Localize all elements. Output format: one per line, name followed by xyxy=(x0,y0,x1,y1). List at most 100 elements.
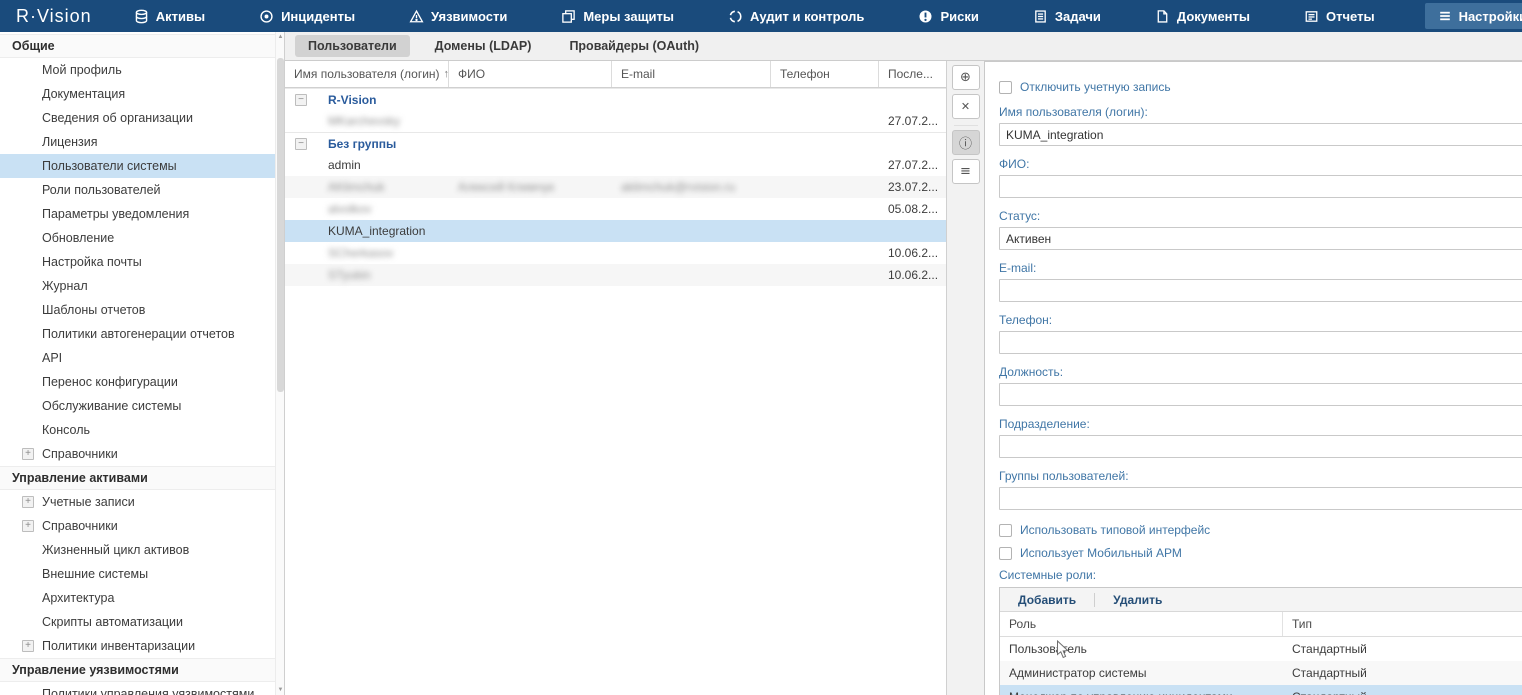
fio-field[interactable] xyxy=(999,175,1522,198)
sidebar-item-journal[interactable]: Журнал xyxy=(0,274,284,298)
tab-users[interactable]: Пользователи xyxy=(295,35,410,57)
collapse-minus-icon[interactable]: − xyxy=(295,94,307,106)
user-last-login: 10.06.2... xyxy=(879,268,946,282)
sidebar-item-config-transfer[interactable]: Перенос конфигурации xyxy=(0,370,284,394)
column-header-fio[interactable]: ФИО xyxy=(449,61,612,87)
nav-item-audit[interactable]: Аудит и контроль xyxy=(724,3,868,29)
nav-label: Аудит и контроль xyxy=(750,9,864,24)
nav-label: Настройки xyxy=(1459,9,1522,24)
sidebar-item-external-systems[interactable]: Внешние системы xyxy=(0,562,284,586)
column-header-role[interactable]: Роль xyxy=(1000,612,1283,636)
sidebar-item-dictionaries-general[interactable]: + Справочники xyxy=(0,442,284,466)
table-row-user[interactable]: AKlimchuk Алексей Климчук aklimchuk@rvis… xyxy=(285,176,946,198)
column-header-login[interactable]: Имя пользователя (логин) ↑ xyxy=(285,61,449,87)
role-name: Пользователь xyxy=(1000,642,1283,656)
sidebar-item-user-roles[interactable]: Роли пользователей xyxy=(0,178,284,202)
delete-role-button[interactable]: Удалить xyxy=(1095,593,1180,607)
expand-plus-icon[interactable]: + xyxy=(22,520,34,532)
vulnerability-warning-icon xyxy=(409,9,424,24)
column-header-last-login[interactable]: После... xyxy=(879,61,946,87)
sidebar-item-dictionaries-assets[interactable]: + Справочники xyxy=(0,514,284,538)
sidebar-item-console[interactable]: Консоль xyxy=(0,418,284,442)
sidebar-item-license[interactable]: Лицензия xyxy=(0,130,284,154)
sidebar-item-label: Политики инвентаризации xyxy=(42,639,195,653)
email-field[interactable] xyxy=(999,279,1522,302)
nav-label: Документы xyxy=(1177,9,1250,24)
sidebar-item-architecture[interactable]: Архитектура xyxy=(0,586,284,610)
nav-item-reports[interactable]: Отчеты xyxy=(1300,3,1379,29)
nav-item-settings[interactable]: Настройки xyxy=(1425,3,1522,29)
column-header-email[interactable]: E-mail xyxy=(612,61,771,87)
column-header-type[interactable]: Тип xyxy=(1283,612,1522,636)
nav-item-risks[interactable]: Риски xyxy=(914,3,982,29)
system-roles-table: Добавить Удалить Роль Тип Пользователь С… xyxy=(999,587,1522,695)
typical-ui-row: Использовать типовой интерфейс xyxy=(999,523,1522,537)
nav-item-incidents[interactable]: Инциденты xyxy=(255,3,359,29)
table-row-user[interactable]: alvolkov 05.08.2... xyxy=(285,198,946,220)
sidebar-item-vuln-management-policies[interactable]: Политики управления уязвимостями xyxy=(0,682,284,695)
mobile-arm-label: Использует Мобильный АРМ xyxy=(1020,546,1182,560)
group-row-no-group[interactable]: − Без группы xyxy=(285,132,946,154)
disable-account-label: Отключить учетную запись xyxy=(1020,80,1171,94)
sidebar-item-notification-params[interactable]: Параметры уведомления xyxy=(0,202,284,226)
sidebar-item-org-info[interactable]: Сведения об организации xyxy=(0,106,284,130)
sidebar-item-accounts[interactable]: + Учетные записи xyxy=(0,490,284,514)
audit-cycle-icon xyxy=(728,9,743,24)
position-field[interactable] xyxy=(999,383,1522,406)
sidebar-item-report-autogen-policies[interactable]: Политики автогенерации отчетов xyxy=(0,322,284,346)
sidebar-item-automation-scripts[interactable]: Скрипты автоматизации xyxy=(0,610,284,634)
table-row-user[interactable]: admin 27.07.2... xyxy=(285,154,946,176)
role-row[interactable]: Администратор системы Стандартный xyxy=(1000,661,1522,685)
role-row-selected[interactable]: Менеджер по управлению инцидентами Станд… xyxy=(1000,685,1522,695)
user-detail-panel: Отключить учетную запись Имя пользовател… xyxy=(984,61,1522,695)
collapse-minus-icon[interactable]: − xyxy=(295,138,307,150)
sidebar-item-asset-lifecycle[interactable]: Жизненный цикл активов xyxy=(0,538,284,562)
column-header-phone[interactable]: Телефон xyxy=(771,61,879,87)
sidebar-item-system-users[interactable]: Пользователи системы xyxy=(0,154,284,178)
role-row[interactable]: Пользователь Стандартный xyxy=(1000,637,1522,661)
add-user-button[interactable]: ⊕ xyxy=(952,65,980,90)
expand-plus-icon[interactable]: + xyxy=(22,496,34,508)
status-field[interactable] xyxy=(999,227,1522,250)
phone-field[interactable] xyxy=(999,331,1522,354)
table-row-user[interactable]: MKarchevsky 27.07.2... xyxy=(285,110,946,132)
nav-item-safeguards[interactable]: Меры защиты xyxy=(557,3,678,29)
tab-ldap-domains[interactable]: Домены (LDAP) xyxy=(422,35,545,57)
sidebar-item-system-maintenance[interactable]: Обслуживание системы xyxy=(0,394,284,418)
scrollbar-thumb[interactable] xyxy=(277,58,284,392)
delete-user-button[interactable]: ✕ xyxy=(952,94,980,119)
sidebar-item-inventory-policies[interactable]: + Политики инвентаризации xyxy=(0,634,284,658)
login-field[interactable] xyxy=(999,123,1522,146)
group-name: R-Vision xyxy=(328,93,376,107)
typical-ui-checkbox[interactable] xyxy=(999,524,1012,537)
table-row-user-selected[interactable]: KUMA_integration xyxy=(285,220,946,242)
table-row-user[interactable]: STyukin 10.06.2... xyxy=(285,264,946,286)
list-view-button[interactable]: ≡ xyxy=(952,159,980,184)
sidebar-item-update[interactable]: Обновление xyxy=(0,226,284,250)
table-row-user[interactable]: SCherkasov 10.06.2... xyxy=(285,242,946,264)
info-panel-button[interactable]: ⓘ xyxy=(952,130,980,155)
scroll-up-arrow[interactable]: ▲ xyxy=(277,34,284,40)
nav-item-assets[interactable]: Активы xyxy=(130,3,209,29)
nav-item-tasks[interactable]: Задачи xyxy=(1029,3,1105,29)
sidebar-item-api[interactable]: API xyxy=(0,346,284,370)
group-row-rvision[interactable]: − R-Vision xyxy=(285,88,946,110)
sidebar-item-documentation[interactable]: Документация xyxy=(0,82,284,106)
sidebar-item-mail-settings[interactable]: Настройка почты xyxy=(0,250,284,274)
user-groups-field[interactable] xyxy=(999,487,1522,510)
nav-item-vulnerabilities[interactable]: Уязвимости xyxy=(405,3,511,29)
department-field[interactable] xyxy=(999,435,1522,458)
mobile-arm-checkbox[interactable] xyxy=(999,547,1012,560)
sidebar-item-report-templates[interactable]: Шаблоны отчетов xyxy=(0,298,284,322)
top-navbar: R·Vision Активы Инциденты Уязвимости Мер… xyxy=(0,0,1522,32)
expand-plus-icon[interactable]: + xyxy=(22,448,34,460)
tab-oauth-providers[interactable]: Провайдеры (OAuth) xyxy=(556,35,712,57)
user-login: MKarchevsky xyxy=(285,114,449,128)
scroll-down-arrow[interactable]: ▼ xyxy=(277,687,284,693)
add-role-button[interactable]: Добавить xyxy=(1000,593,1094,607)
sidebar-scrollbar[interactable]: ▲ ▼ xyxy=(275,32,284,695)
sidebar-item-my-profile[interactable]: Мой профиль xyxy=(0,58,284,82)
expand-plus-icon[interactable]: + xyxy=(22,640,34,652)
nav-item-documents[interactable]: Документы xyxy=(1151,3,1254,29)
disable-account-checkbox[interactable] xyxy=(999,81,1012,94)
